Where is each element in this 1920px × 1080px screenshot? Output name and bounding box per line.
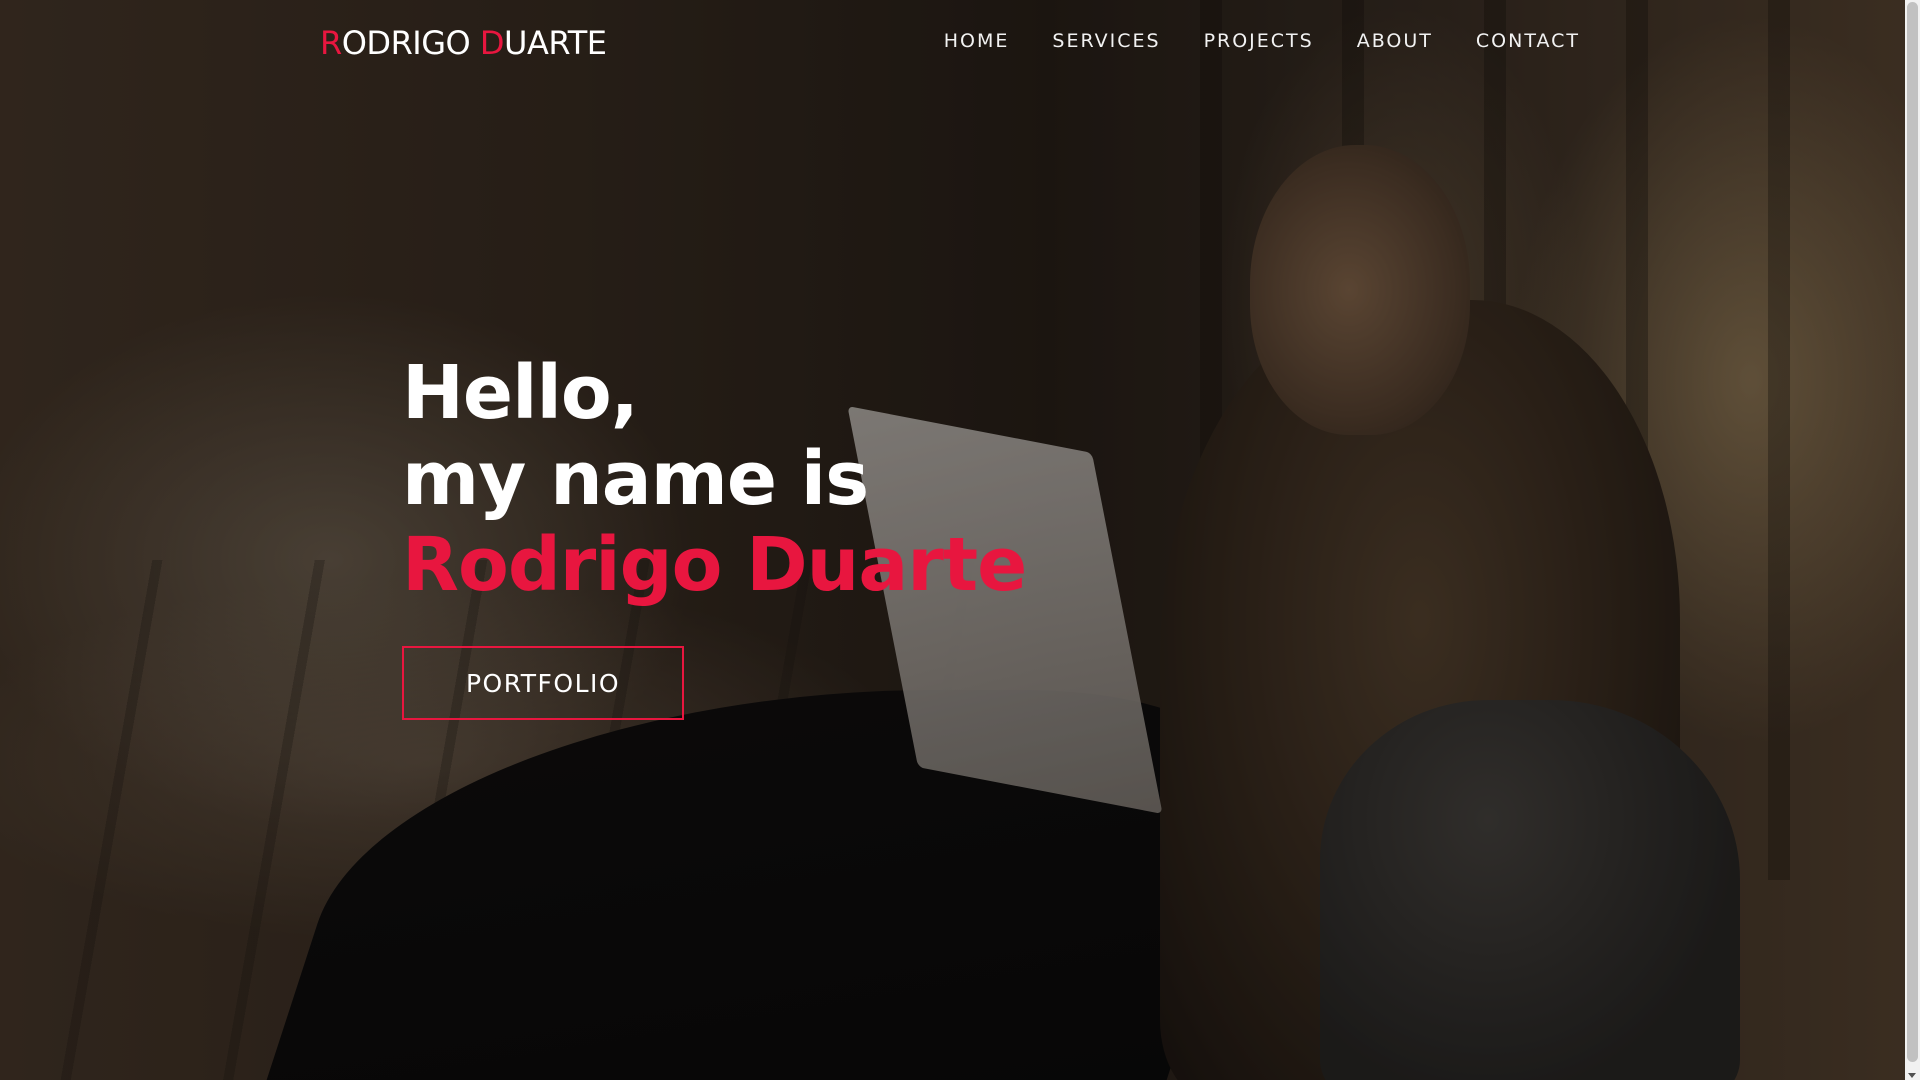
brand-first-initial: R bbox=[320, 24, 342, 62]
brand-logo[interactable]: RODRIGO DUARTE bbox=[320, 24, 607, 62]
hero-intro: my name is bbox=[402, 436, 869, 522]
scroll-down-arrow-icon[interactable] bbox=[1908, 1073, 1916, 1078]
brand-last-initial: D bbox=[479, 24, 505, 62]
nav-menu: HOME SERVICES PROJECTS ABOUT CONTACT bbox=[901, 30, 1580, 52]
portfolio-button[interactable]: PORTFOLIO bbox=[402, 646, 684, 720]
nav-link-about[interactable]: ABOUT bbox=[1357, 30, 1433, 52]
page-scrollbar[interactable] bbox=[1905, 0, 1920, 1080]
hero-greeting: Hello, bbox=[402, 350, 639, 436]
page: RODRIGO DUARTE HOME SERVICES PROJECTS AB… bbox=[0, 0, 1920, 1080]
nav-link-projects[interactable]: PROJECTS bbox=[1204, 30, 1314, 52]
brand-first-rest: ODRIGO bbox=[341, 24, 471, 62]
nav-link-home[interactable]: HOME bbox=[944, 30, 1010, 52]
brand-last-rest: UARTE bbox=[504, 24, 607, 62]
nav-link-services[interactable]: SERVICES bbox=[1052, 30, 1160, 52]
nav-link-contact[interactable]: CONTACT bbox=[1476, 30, 1580, 52]
navbar: RODRIGO DUARTE HOME SERVICES PROJECTS AB… bbox=[0, 0, 1905, 86]
scrollbar-thumb[interactable] bbox=[1907, 2, 1918, 1062]
hero-name: Rodrigo Duarte bbox=[402, 522, 1027, 608]
hero-heading: Hello, my name is Rodrigo Duarte bbox=[402, 350, 1027, 608]
